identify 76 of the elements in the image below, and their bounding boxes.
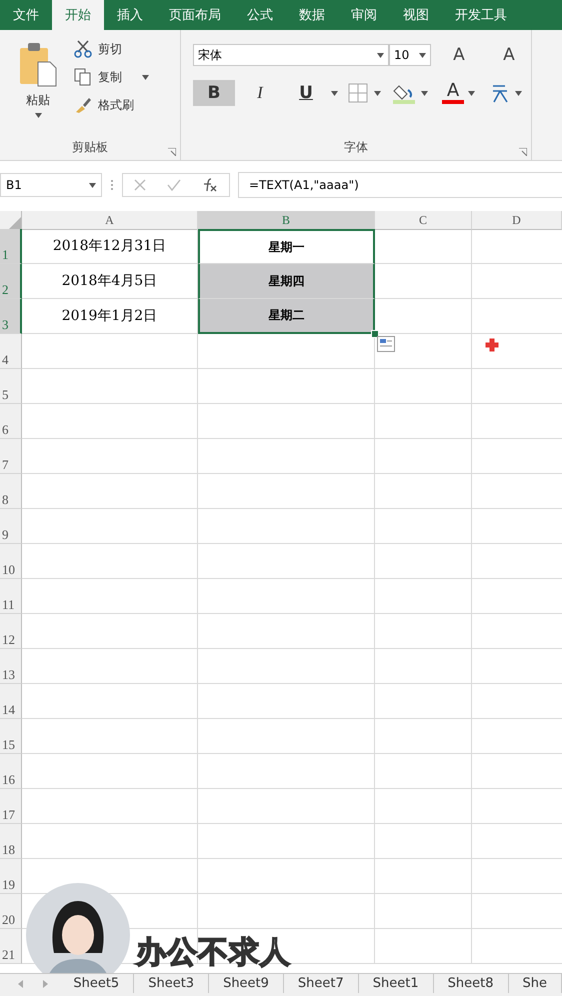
cursor-icon	[484, 337, 500, 353]
ribbon-tab[interactable]: 公式	[234, 0, 286, 30]
cut-button[interactable]: 剪切	[74, 40, 149, 58]
paste-button[interactable]: 粘贴	[26, 92, 50, 109]
font-name-field[interactable]: 宋体	[193, 44, 389, 66]
column-header[interactable]: A	[22, 211, 198, 230]
shrink-font-button[interactable]: A	[487, 44, 531, 66]
copy-icon	[74, 68, 92, 86]
ribbon-tab[interactable]: 数据	[286, 0, 338, 30]
caption: 办公不求人	[136, 934, 291, 972]
row-header[interactable]: 8	[0, 474, 22, 509]
font-color-button[interactable]: A	[442, 82, 464, 104]
bold-button[interactable]: B	[193, 80, 235, 106]
caret-icon[interactable]	[419, 52, 426, 58]
dialog-launcher-icon[interactable]	[168, 148, 176, 156]
underline-button[interactable]: U	[285, 80, 327, 106]
row-header[interactable]: 15	[0, 719, 22, 754]
quick-analysis-icon[interactable]	[377, 336, 395, 352]
ribbon-tab[interactable]: 开发工具	[442, 0, 520, 30]
ribbon-tab[interactable]: 页面布局	[156, 0, 234, 30]
column-header[interactable]: C	[375, 211, 472, 230]
font-size-field[interactable]: 10	[389, 44, 431, 66]
row-header[interactable]: 19	[0, 859, 22, 894]
ribbon-tab[interactable]: 开始	[52, 0, 104, 30]
row-header[interactable]: 7	[0, 439, 22, 474]
formula-field[interactable]: =TEXT(A1,"aaaa")	[238, 172, 562, 198]
row-header[interactable]: 16	[0, 754, 22, 789]
row-header[interactable]: 21	[0, 929, 22, 964]
ribbon-tab[interactable]: 审阅	[338, 0, 390, 30]
caret-icon[interactable]	[331, 90, 338, 96]
row-header[interactable]: 17	[0, 789, 22, 824]
row-header[interactable]: 11	[0, 579, 22, 614]
clipboard-icon[interactable]	[18, 40, 58, 88]
group-label: 字体	[344, 140, 368, 156]
row-header[interactable]: 2	[0, 264, 22, 299]
column-header[interactable]: B	[198, 211, 375, 231]
row-header[interactable]: 4	[0, 334, 22, 369]
more-icon	[110, 178, 114, 192]
fill-handle[interactable]	[371, 330, 379, 338]
brush-icon	[74, 96, 92, 114]
row-header[interactable]: 13	[0, 649, 22, 684]
group-label: 剪贴板	[72, 140, 108, 156]
table-cell: 星期二	[198, 299, 375, 334]
check-icon[interactable]	[166, 179, 181, 191]
copy-button[interactable]: 复制	[74, 68, 149, 86]
caret-icon[interactable]	[142, 74, 149, 80]
dialog-launcher-icon[interactable]	[519, 148, 527, 156]
column-header[interactable]: D	[472, 211, 562, 230]
grow-font-button[interactable]: A	[437, 44, 481, 66]
row-header[interactable]: 18	[0, 824, 22, 859]
table-cell: 星期一	[198, 229, 375, 264]
caret-icon[interactable]	[377, 52, 384, 58]
ribbon-tab[interactable]: 插入	[104, 0, 156, 30]
format-painter-button[interactable]: 格式刷	[74, 96, 149, 114]
ribbon-tab[interactable]: 文件	[0, 0, 52, 30]
row-header[interactable]: 10	[0, 544, 22, 579]
scissors-icon	[74, 40, 92, 58]
caret-icon[interactable]	[374, 90, 381, 96]
row-header[interactable]: 1	[0, 229, 22, 264]
row-header[interactable]: 12	[0, 614, 22, 649]
caret-icon[interactable]	[468, 90, 475, 96]
italic-button[interactable]: I	[239, 80, 281, 106]
row-header[interactable]: 20	[0, 894, 22, 929]
row-header[interactable]: 14	[0, 684, 22, 719]
row-header[interactable]: 5	[0, 369, 22, 404]
row-header[interactable]: 6	[0, 404, 22, 439]
function-icon[interactable]	[202, 178, 218, 192]
caret-icon[interactable]	[421, 90, 428, 96]
name-box[interactable]: B1	[0, 173, 102, 197]
caret-icon[interactable]	[34, 113, 42, 118]
caret-icon[interactable]	[515, 90, 522, 96]
table-cell: 星期四	[198, 264, 375, 299]
caret-icon[interactable]	[89, 182, 96, 188]
row-header[interactable]: 9	[0, 509, 22, 544]
ribbon-tab[interactable]: 视图	[390, 0, 442, 30]
row-header[interactable]: 3	[0, 299, 22, 334]
